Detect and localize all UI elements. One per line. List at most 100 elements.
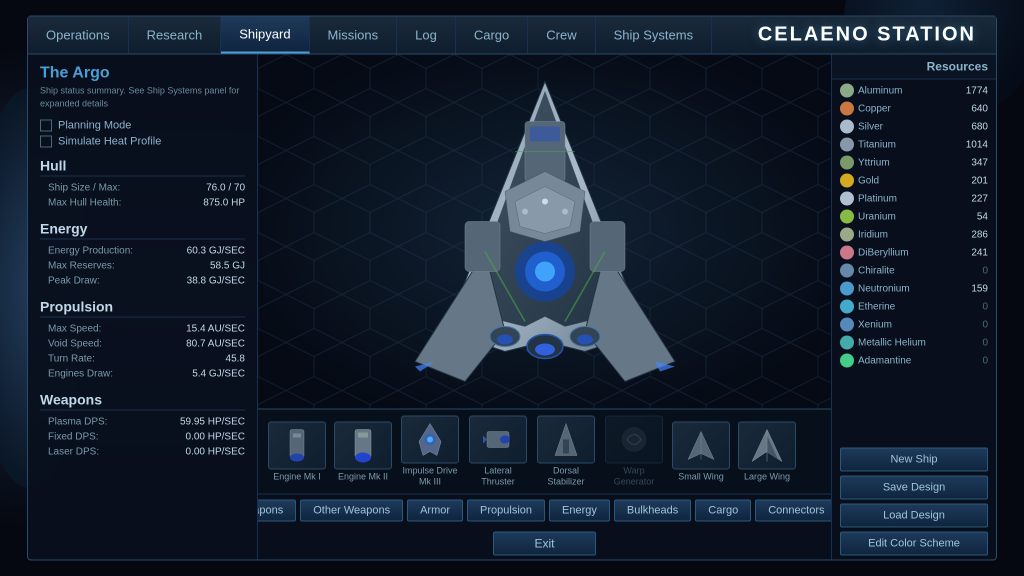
warp-generator-label: Warp Generator bbox=[604, 466, 664, 488]
edit-color-button[interactable]: Edit Color Scheme bbox=[840, 532, 988, 556]
impulse-drive-icon bbox=[401, 416, 459, 464]
component-impulse-drive[interactable]: Impulse Drive Mk III bbox=[400, 416, 460, 488]
resource-name: Gold bbox=[858, 175, 949, 186]
resource-name: Platinum bbox=[858, 193, 949, 204]
resource-row: Titanium1014 bbox=[832, 136, 996, 154]
planning-mode-checkbox[interactable] bbox=[40, 120, 52, 132]
resource-amount: 0 bbox=[953, 301, 988, 312]
weapons-header: Weapons bbox=[40, 392, 245, 411]
component-small-wing[interactable]: Small Wing bbox=[672, 421, 730, 482]
resource-name: Etherine bbox=[858, 301, 949, 312]
resource-row: Metallic Helium0 bbox=[832, 334, 996, 352]
void-speed-value: 80.7 AU/SEC bbox=[186, 339, 245, 350]
resource-row: Silver680 bbox=[832, 118, 996, 136]
save-design-button[interactable]: Save Design bbox=[840, 476, 988, 500]
component-dorsal-stabilizer[interactable]: Dorsal Stabilizer bbox=[536, 416, 596, 488]
engine-mk2-icon bbox=[334, 421, 392, 469]
component-tray: Engine Mk I Engine Mk II Impulse Drive M… bbox=[258, 409, 831, 494]
resource-row: Iridium286 bbox=[832, 226, 996, 244]
resources-header: Resources bbox=[832, 55, 996, 80]
connectors-button[interactable]: Connectors bbox=[755, 500, 831, 522]
hull-header: Hull bbox=[40, 158, 245, 177]
armor-button[interactable]: Armor bbox=[407, 500, 463, 522]
nav-tab-shipyard[interactable]: Shipyard bbox=[221, 17, 309, 54]
resource-row: Adamantine0 bbox=[832, 352, 996, 370]
engine-mk2-label: Engine Mk II bbox=[338, 471, 388, 482]
nav-tab-cargo[interactable]: Cargo bbox=[456, 17, 528, 54]
resource-icon bbox=[840, 84, 854, 98]
component-engine-mk2[interactable]: Engine Mk II bbox=[334, 421, 392, 482]
turn-rate-value: 45.8 bbox=[226, 354, 245, 365]
station-title: CELAENO STATION bbox=[758, 24, 996, 47]
resource-icon bbox=[840, 318, 854, 332]
bottom-toolbar: Energy Weapons Other Weapons Armor Propu… bbox=[258, 494, 831, 527]
resource-name: Titanium bbox=[858, 139, 949, 150]
nav-tab-ship-systems[interactable]: Ship Systems bbox=[596, 17, 712, 54]
other-weapons-button[interactable]: Other Weapons bbox=[300, 500, 403, 522]
laser-dps-label: Laser DPS: bbox=[48, 447, 99, 458]
resource-amount: 227 bbox=[953, 193, 988, 204]
action-buttons: New Ship Save Design Load Design Edit Co… bbox=[832, 444, 996, 560]
resource-amount: 159 bbox=[953, 283, 988, 294]
energy-button[interactable]: Energy bbox=[549, 500, 610, 522]
nav-tab-log[interactable]: Log bbox=[397, 17, 456, 54]
dorsal-stabilizer-label: Dorsal Stabilizer bbox=[536, 466, 596, 488]
engines-draw-value: 5.4 GJ/SEC bbox=[192, 369, 245, 380]
engine-mk1-icon bbox=[268, 421, 326, 469]
ship-size-label: Ship Size / Max: bbox=[48, 183, 120, 194]
large-wing-label: Large Wing bbox=[744, 471, 790, 482]
plasma-dps-value: 59.95 HP/SEC bbox=[180, 417, 245, 428]
resource-name: Uranium bbox=[858, 211, 949, 222]
exit-button[interactable]: Exit bbox=[493, 532, 595, 556]
resource-icon bbox=[840, 246, 854, 260]
resource-amount: 0 bbox=[953, 337, 988, 348]
resource-icon bbox=[840, 120, 854, 134]
resource-name: Iridium bbox=[858, 229, 949, 240]
max-speed-label: Max Speed: bbox=[48, 324, 101, 335]
ship-subtitle: Ship status summary. See Ship Systems pa… bbox=[40, 85, 245, 110]
resource-name: Xenium bbox=[858, 319, 949, 330]
main-panel: Operations Research Shipyard Missions Lo… bbox=[27, 16, 997, 561]
resource-row: Etherine 0 bbox=[832, 298, 996, 316]
nav-tab-missions[interactable]: Missions bbox=[310, 17, 398, 54]
component-large-wing[interactable]: Large Wing bbox=[738, 421, 796, 482]
nav-tab-operations[interactable]: Operations bbox=[28, 17, 129, 54]
resource-row: Uranium54 bbox=[832, 208, 996, 226]
component-warp-generator[interactable]: Warp Generator bbox=[604, 416, 664, 488]
resource-icon bbox=[840, 210, 854, 224]
heat-profile-checkbox[interactable] bbox=[40, 136, 52, 148]
impulse-drive-label: Impulse Drive Mk III bbox=[400, 466, 460, 488]
nav-tab-research[interactable]: Research bbox=[129, 17, 222, 54]
resource-icon bbox=[840, 264, 854, 278]
energy-weapons-button[interactable]: Energy Weapons bbox=[258, 500, 296, 522]
resource-name: Chiralite bbox=[858, 265, 949, 276]
component-engine-mk1[interactable]: Engine Mk I bbox=[268, 421, 326, 482]
resource-icon bbox=[840, 300, 854, 314]
engines-draw-label: Engines Draw: bbox=[48, 369, 113, 380]
bulkheads-button[interactable]: Bulkheads bbox=[614, 500, 691, 522]
plasma-dps-label: Plasma DPS: bbox=[48, 417, 107, 428]
propulsion-button[interactable]: Propulsion bbox=[467, 500, 545, 522]
new-ship-button[interactable]: New Ship bbox=[840, 448, 988, 472]
right-panel: Resources Aluminum1774Copper640Silver680… bbox=[831, 55, 996, 560]
resource-amount: 1774 bbox=[953, 85, 988, 96]
warp-generator-icon bbox=[605, 416, 663, 464]
resource-row: DiBeryllium241 bbox=[832, 244, 996, 262]
ship-viewport bbox=[258, 55, 831, 409]
resource-amount: 0 bbox=[953, 355, 988, 366]
nav-tab-crew[interactable]: Crew bbox=[528, 17, 595, 54]
resource-amount: 0 bbox=[953, 265, 988, 276]
resource-amount: 241 bbox=[953, 247, 988, 258]
resource-name: Yttrium bbox=[858, 157, 949, 168]
small-wing-icon bbox=[672, 421, 730, 469]
component-lateral-thruster[interactable]: Lateral Thruster bbox=[468, 416, 528, 488]
load-design-button[interactable]: Load Design bbox=[840, 504, 988, 528]
resource-row: Copper640 bbox=[832, 100, 996, 118]
energy-production-label: Energy Production: bbox=[48, 246, 133, 257]
laser-dps-value: 0.00 HP/SEC bbox=[186, 447, 245, 458]
engine-mk1-label: Engine Mk I bbox=[273, 471, 321, 482]
resource-amount: 0 bbox=[953, 319, 988, 330]
fixed-dps-value: 0.00 HP/SEC bbox=[186, 432, 245, 443]
resource-name: Silver bbox=[858, 121, 949, 132]
cargo-button[interactable]: Cargo bbox=[695, 500, 751, 522]
